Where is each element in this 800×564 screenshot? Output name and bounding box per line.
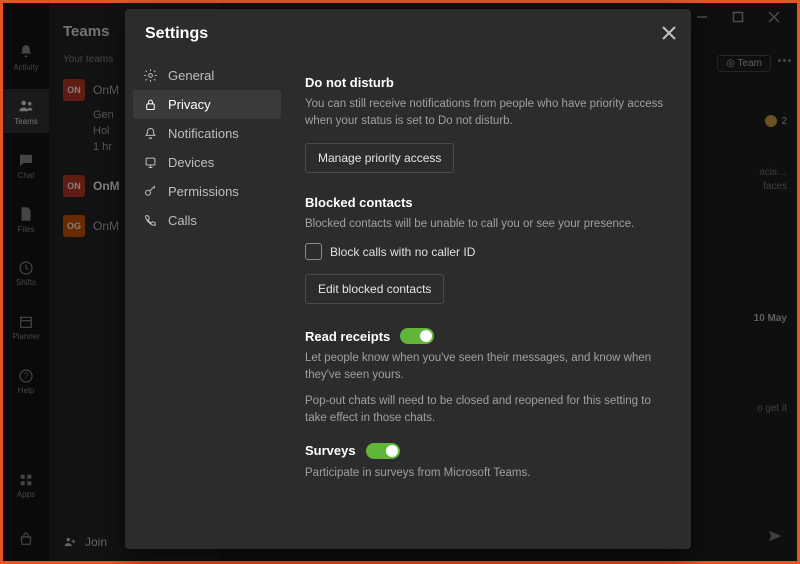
bell-icon xyxy=(143,126,158,141)
settings-nav: General Privacy Notifications Devices Pe… xyxy=(125,55,289,549)
settings-nav-devices[interactable]: Devices xyxy=(133,148,281,177)
surveys-heading: Surveys xyxy=(305,443,356,458)
settings-nav-privacy[interactable]: Privacy xyxy=(133,90,281,119)
settings-modal: Settings General Privacy Notifications D… xyxy=(125,9,691,549)
nav-label: General xyxy=(168,68,214,83)
settings-nav-permissions[interactable]: Permissions xyxy=(133,177,281,206)
block-no-caller-id-checkbox[interactable]: Block calls with no caller ID xyxy=(305,243,669,260)
read-receipts-desc1: Let people know when you've seen their m… xyxy=(305,350,669,383)
dnd-description: You can still receive notifications from… xyxy=(305,96,669,129)
checkbox-icon xyxy=(305,243,322,260)
nav-label: Permissions xyxy=(168,184,239,199)
nav-label: Notifications xyxy=(168,126,239,141)
nav-label: Calls xyxy=(168,213,197,228)
settings-nav-notifications[interactable]: Notifications xyxy=(133,119,281,148)
settings-nav-general[interactable]: General xyxy=(133,61,281,90)
phone-icon xyxy=(143,213,158,228)
dnd-heading: Do not disturb xyxy=(305,75,669,90)
blocked-heading: Blocked contacts xyxy=(305,195,669,210)
manage-priority-access-button[interactable]: Manage priority access xyxy=(305,143,454,173)
nav-label: Devices xyxy=(168,155,214,170)
surveys-toggle[interactable] xyxy=(366,443,400,459)
close-icon xyxy=(662,26,676,40)
close-button[interactable] xyxy=(657,21,681,45)
read-receipts-toggle[interactable] xyxy=(400,328,434,344)
lock-icon xyxy=(143,97,158,112)
gear-icon xyxy=(143,68,158,83)
surveys-desc: Participate in surveys from Microsoft Te… xyxy=(305,465,669,482)
devices-icon xyxy=(143,155,158,170)
read-receipts-desc2: Pop-out chats will need to be closed and… xyxy=(305,393,669,426)
nav-label: Privacy xyxy=(168,97,211,112)
settings-nav-calls[interactable]: Calls xyxy=(133,206,281,235)
key-icon xyxy=(143,184,158,199)
settings-title: Settings xyxy=(125,9,691,55)
read-receipts-heading: Read receipts xyxy=(305,329,390,344)
edit-blocked-contacts-button[interactable]: Edit blocked contacts xyxy=(305,274,444,304)
blocked-description: Blocked contacts will be unable to call … xyxy=(305,216,669,233)
checkbox-label: Block calls with no caller ID xyxy=(330,245,475,259)
settings-content: Do not disturb You can still receive not… xyxy=(289,55,691,549)
